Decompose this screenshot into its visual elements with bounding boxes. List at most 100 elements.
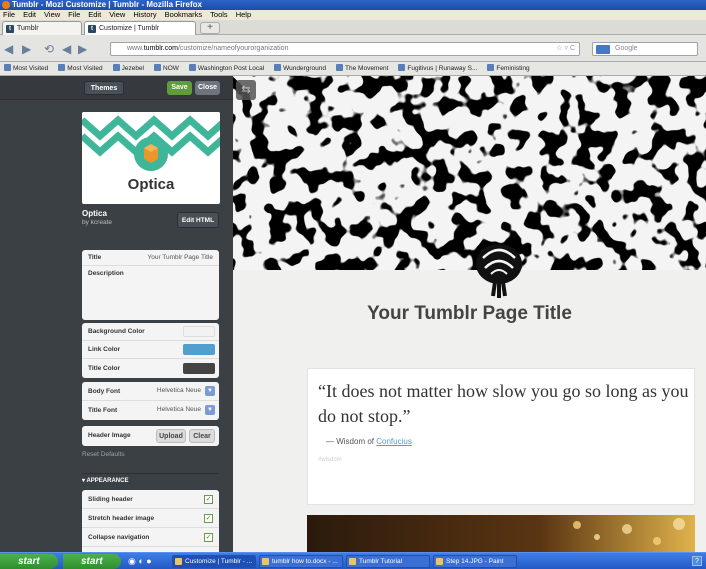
menu-history[interactable]: History — [133, 10, 156, 20]
bookmarks-toolbar: Most Visited Most Visited Jezebel NOW Wa… — [0, 62, 706, 76]
title-font-select[interactable]: Helvetica Neue ▼ — [155, 404, 215, 416]
description-label: Description — [88, 270, 124, 277]
bookmark-item[interactable]: Most Visited — [58, 62, 102, 75]
title-color-swatch[interactable] — [183, 363, 215, 374]
body-font-label: Body Font — [88, 388, 121, 395]
body-font-select[interactable]: Helvetica Neue ▼ — [155, 385, 215, 397]
search-bar[interactable]: Google — [592, 42, 698, 56]
header-image-panel: Header Image Upload Clear — [82, 426, 219, 446]
appearance-panel: Sliding header ✓ Stretch header image ✓ … — [82, 490, 219, 552]
sliding-header-label: Sliding header — [88, 496, 133, 503]
avatar — [476, 244, 522, 298]
stretch-header-checkbox[interactable]: ✓ — [204, 514, 213, 523]
back-icon-2[interactable]: ◀ — [62, 43, 71, 55]
back-icon[interactable]: ◀ — [4, 43, 13, 55]
bookmark-item[interactable]: Most Visited — [4, 62, 48, 75]
menu-view[interactable]: View — [44, 10, 60, 20]
bookmark-item[interactable]: The Movement — [336, 62, 388, 75]
menu-edit-2[interactable]: Edit — [88, 10, 101, 20]
theme-preview[interactable]: Optica — [82, 112, 220, 204]
blog-title: Your Tumblr Page Title — [367, 303, 572, 324]
start-button[interactable]: start — [0, 554, 58, 569]
background-color-swatch[interactable] — [183, 326, 215, 337]
background-color-row[interactable]: Background Color — [82, 323, 219, 341]
post-tag[interactable]: #wisdom — [318, 457, 342, 463]
help-icon[interactable]: ? — [692, 556, 702, 566]
title-font-label: Title Font — [88, 407, 118, 414]
menu-help[interactable]: Help — [236, 10, 251, 20]
link-color-row[interactable]: Link Color — [82, 341, 219, 359]
background-color-label: Background Color — [88, 328, 145, 335]
menu-bookmarks[interactable]: Bookmarks — [165, 10, 203, 20]
close-button[interactable]: Close — [195, 81, 220, 95]
description-field[interactable]: Description — [82, 266, 219, 320]
chevron-down-icon: ▼ — [205, 405, 215, 415]
title-color-row[interactable]: Title Color — [82, 359, 219, 378]
history-icon[interactable]: ⟲ — [44, 43, 54, 55]
forward-icon[interactable]: ▶ — [22, 43, 31, 55]
composition-pattern-image — [233, 76, 706, 270]
sliding-header-row[interactable]: Sliding header ✓ — [82, 490, 219, 509]
forward-icon-2[interactable]: ▶ — [78, 43, 87, 55]
tab-tumblr[interactable]: t Tumblr — [2, 21, 82, 35]
title-font-row[interactable]: Title Font Helvetica Neue ▼ — [82, 401, 219, 420]
menu-view-2[interactable]: View — [109, 10, 125, 20]
collapse-nav-row[interactable]: Collapse navigation ✓ — [82, 528, 219, 547]
save-button[interactable]: Save — [167, 81, 192, 95]
theme-author: by kcreate — [82, 219, 112, 226]
clear-button[interactable]: Clear — [189, 429, 215, 443]
collapse-nav-checkbox[interactable]: ✓ — [204, 533, 213, 542]
bookmark-item[interactable]: Feministing — [487, 62, 529, 75]
bookmark-item[interactable]: Jezebel — [113, 62, 144, 75]
title-field[interactable]: Title Your Tumblr Page Title — [82, 250, 219, 266]
search-engine-icon[interactable] — [596, 45, 610, 54]
start-button-2[interactable]: start — [63, 554, 121, 569]
photo-post-image[interactable] — [307, 515, 695, 552]
bookmark-star-icon[interactable]: ☆ ▿ C — [556, 43, 575, 55]
menu-edit[interactable]: Edit — [23, 10, 36, 20]
title-description-panel: Title Your Tumblr Page Title Description — [82, 250, 219, 320]
taskbar-item-paint[interactable]: Step 14.JPG - Paint — [433, 555, 517, 568]
taskbar-item-customize[interactable]: Customize | Tumblr - ... — [172, 555, 256, 568]
reset-defaults-link[interactable]: Reset Defaults — [82, 451, 125, 458]
colors-panel: Background Color Link Color Title Color — [82, 323, 219, 378]
quote-text: “It does not matter how slow you go so l… — [318, 381, 689, 426]
quote-source-prefix: — Wisdom of — [326, 437, 375, 446]
url-bar[interactable]: www.tumblr.com/customize/nameofyourorgan… — [110, 42, 580, 56]
themes-button[interactable]: Themes — [84, 81, 124, 95]
quote-source: — Wisdom of Confucius — [326, 437, 412, 446]
sliding-header-checkbox[interactable]: ✓ — [204, 495, 213, 504]
search-placeholder: Google — [615, 45, 638, 52]
menu-file-2[interactable]: File — [68, 10, 80, 20]
bookmark-item[interactable]: Washington Post Local — [189, 62, 264, 75]
blog-preview: ⇆ Your Tumblr Page Title “It does not ma… — [233, 76, 706, 552]
bookmark-item[interactable]: Wunderground — [274, 62, 326, 75]
menu-bar: File Edit View File Edit View History Bo… — [0, 10, 706, 20]
edit-html-button[interactable]: Edit HTML — [177, 212, 219, 228]
new-tab-button[interactable]: + — [200, 22, 220, 34]
stretch-header-row[interactable]: Stretch header image ✓ — [82, 509, 219, 528]
link-color-swatch[interactable] — [183, 344, 215, 355]
menu-tools[interactable]: Tools — [210, 10, 228, 20]
taskbar-item-docx[interactable]: tumblr how to.docx - ... — [259, 555, 343, 568]
upload-button[interactable]: Upload — [156, 429, 186, 443]
quick-launch-icons[interactable]: ◉ ◐ ● — [128, 556, 152, 567]
taskbar-item-tutorial[interactable]: Tumblr Tutorial — [346, 555, 430, 568]
customize-sidebar: Themes Save Close Optica Optica by kcrea… — [0, 76, 233, 552]
body-font-row[interactable]: Body Font Helvetica Neue ▼ — [82, 382, 219, 401]
header-image-label: Header Image — [88, 432, 131, 439]
tumblr-icon: t — [6, 25, 14, 33]
tab-customize[interactable]: t Customize | Tumblr — [84, 21, 196, 35]
divider — [82, 473, 219, 474]
window-title: Tumblr - Mozi Customize | Tumblr - Mozil… — [12, 0, 202, 9]
bookmark-item[interactable]: NOW — [154, 62, 179, 75]
quote-source-link[interactable]: Confucius — [376, 437, 412, 446]
hide-sidebar-icon[interactable]: ⇆ — [236, 80, 256, 100]
title-color-label: Title Color — [88, 365, 121, 372]
theme-preview-name: Optica — [127, 176, 175, 193]
appearance-heading[interactable]: ▾ APPEARANCE — [82, 477, 128, 484]
url-path: /customize/nameofyourorganization — [177, 45, 289, 52]
menu-file[interactable]: File — [3, 10, 15, 20]
tumblr-icon: t — [88, 25, 96, 33]
bookmark-item[interactable]: Fugitivus | Runaway S... — [398, 62, 477, 75]
